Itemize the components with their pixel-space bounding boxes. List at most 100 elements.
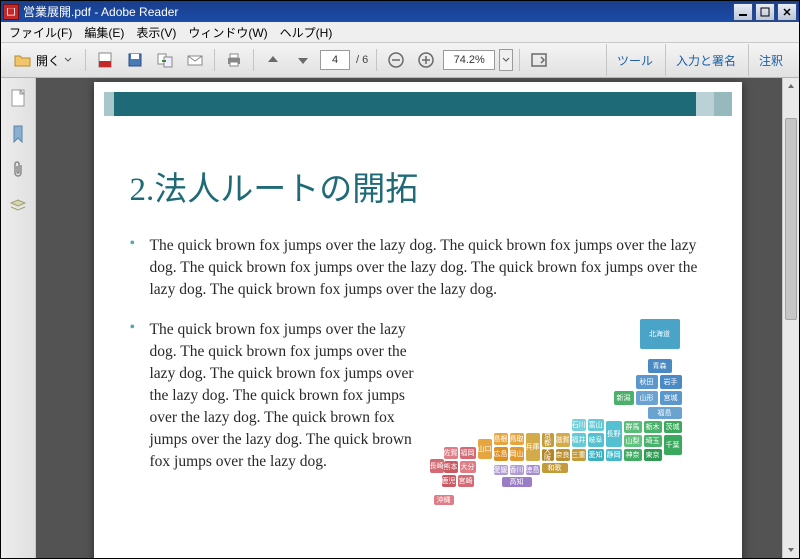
japan-map: 北海道青森秋田岩手山形宮城新潟福島栃木茨城群馬埼玉千葉東京神奈山梨長野静岡愛知岐… (430, 319, 712, 491)
map-region-hiroshima: 広島 (494, 447, 508, 461)
chevron-down-icon (64, 56, 72, 64)
minus-icon (387, 51, 405, 69)
map-region-saga: 佐賀 (444, 447, 458, 459)
scroll-up-button[interactable] (783, 78, 799, 94)
zoom-out-button[interactable] (383, 47, 409, 73)
document-viewer[interactable]: 2.法人ルートの開拓 • The quick brown fox jumps o… (36, 78, 799, 558)
slide-top-band (104, 92, 732, 116)
map-region-nagano: 長野 (606, 421, 622, 447)
arrow-down-icon (295, 52, 311, 68)
map-region-shiga: 滋賀 (556, 433, 570, 447)
map-region-fukui: 福井 (572, 433, 586, 447)
scroll-down-button[interactable] (783, 542, 799, 558)
bullet-text: The quick brown fox jumps over the lazy … (150, 319, 420, 473)
map-region-ishikawa: 石川 (572, 419, 586, 431)
map-region-yamanashi: 山梨 (624, 435, 642, 447)
prev-page-button[interactable] (260, 47, 286, 73)
zoom-value-input[interactable]: 74.2% (443, 50, 495, 70)
maximize-button[interactable] (755, 3, 775, 21)
email-icon (186, 51, 204, 69)
save-icon (126, 51, 144, 69)
app-window: 営業展開.pdf - Adobe Reader ファイル(F) 編集(E) 表示… (0, 0, 800, 559)
map-region-kyoto: 京都 (542, 433, 554, 447)
zoom-dropdown[interactable] (499, 49, 513, 71)
map-region-kagoshima: 鹿児 (442, 475, 456, 487)
bullet-dot-icon: • (130, 319, 150, 473)
map-region-ibaraki: 茨城 (664, 421, 682, 433)
zoom-in-button[interactable] (413, 47, 439, 73)
map-region-yamaguchi: 山口 (478, 439, 492, 459)
map-region-fukushima: 福島 (648, 407, 682, 419)
scroll-thumb[interactable] (785, 118, 797, 320)
map-region-kanagawa: 神奈 (624, 449, 642, 461)
map-region-yamagata: 山形 (636, 391, 658, 405)
minimize-button[interactable] (733, 3, 753, 21)
thumbnails-panel-button[interactable] (8, 88, 28, 108)
map-region-oita: 大分 (460, 461, 476, 473)
map-region-hyogo: 兵庫 (526, 433, 540, 461)
map-region-wakayama: 和歌 (542, 463, 568, 473)
comment-link[interactable]: 注釈 (748, 44, 793, 76)
menu-edit[interactable]: 編集(E) (78, 22, 130, 43)
map-region-hokkaido: 北海道 (640, 319, 680, 349)
open-label: 開く (36, 52, 60, 69)
page-icon (10, 89, 26, 107)
paperclip-icon (10, 161, 26, 179)
map-region-toyama: 富山 (588, 419, 604, 431)
bookmarks-panel-button[interactable] (8, 124, 28, 144)
map-region-gunma: 群馬 (624, 421, 642, 433)
app-icon (3, 4, 19, 20)
menu-window[interactable]: ウィンドウ(W) (182, 22, 273, 43)
slide-content: 2.法人ルートの開拓 • The quick brown fox jumps o… (130, 162, 712, 491)
map-region-kochi: 高知 (502, 477, 532, 487)
map-region-okinawa: 沖縄 (434, 495, 454, 505)
convert-icon (156, 51, 174, 69)
convert-button[interactable] (152, 47, 178, 73)
print-button[interactable] (221, 47, 247, 73)
titlebar[interactable]: 営業展開.pdf - Adobe Reader (1, 1, 799, 22)
bookmark-icon (10, 125, 26, 143)
bullet-dot-icon: • (130, 235, 150, 301)
read-mode-button[interactable] (526, 47, 552, 73)
attachments-panel-button[interactable] (8, 160, 28, 180)
separator (253, 49, 254, 71)
sidebar (1, 78, 36, 558)
open-button[interactable]: 開く (7, 47, 79, 73)
next-page-button[interactable] (290, 47, 316, 73)
bullet-list: • The quick brown fox jumps over the laz… (130, 235, 712, 491)
close-button[interactable] (777, 3, 797, 21)
map-region-tochigi: 栃木 (644, 421, 662, 433)
map-region-mie: 三重 (572, 449, 586, 461)
map-region-miyazaki: 宮崎 (458, 475, 474, 487)
map-region-nara: 奈良 (556, 449, 570, 461)
plus-icon (417, 51, 435, 69)
print-icon (225, 51, 243, 69)
arrow-up-icon (265, 52, 281, 68)
create-pdf-button[interactable] (92, 47, 118, 73)
map-region-ehime: 愛媛 (494, 465, 508, 475)
tools-link[interactable]: ツール (606, 44, 663, 76)
save-button[interactable] (122, 47, 148, 73)
vertical-scrollbar[interactable] (782, 78, 799, 558)
map-region-tottori: 鳥取 (510, 433, 524, 445)
layers-panel-button[interactable] (8, 196, 28, 216)
menu-view[interactable]: 表示(V) (130, 22, 182, 43)
map-region-fukuoka: 福岡 (460, 447, 476, 459)
sign-link[interactable]: 入力と署名 (665, 44, 746, 76)
page-number-input[interactable]: 4 (320, 50, 350, 70)
folder-open-icon (14, 52, 32, 68)
menubar: ファイル(F) 編集(E) 表示(V) ウィンドウ(W) ヘルプ(H) (1, 22, 799, 43)
map-region-niigata: 新潟 (614, 391, 634, 405)
separator (376, 49, 377, 71)
slide-title: 2.法人ルートの開拓 (130, 162, 712, 210)
map-region-kagawa: 香川 (510, 465, 524, 475)
layers-icon (9, 198, 27, 214)
separator (85, 49, 86, 71)
separator (214, 49, 215, 71)
map-region-tokushima: 徳島 (526, 465, 540, 475)
page-total-label: / 6 (354, 54, 370, 66)
menu-file[interactable]: ファイル(F) (3, 22, 78, 43)
menu-help[interactable]: ヘルプ(H) (274, 22, 339, 43)
email-button[interactable] (182, 47, 208, 73)
toolbar: 開く 4 / 6 74.2% ツール 入力と署名 注釈 (1, 43, 799, 78)
